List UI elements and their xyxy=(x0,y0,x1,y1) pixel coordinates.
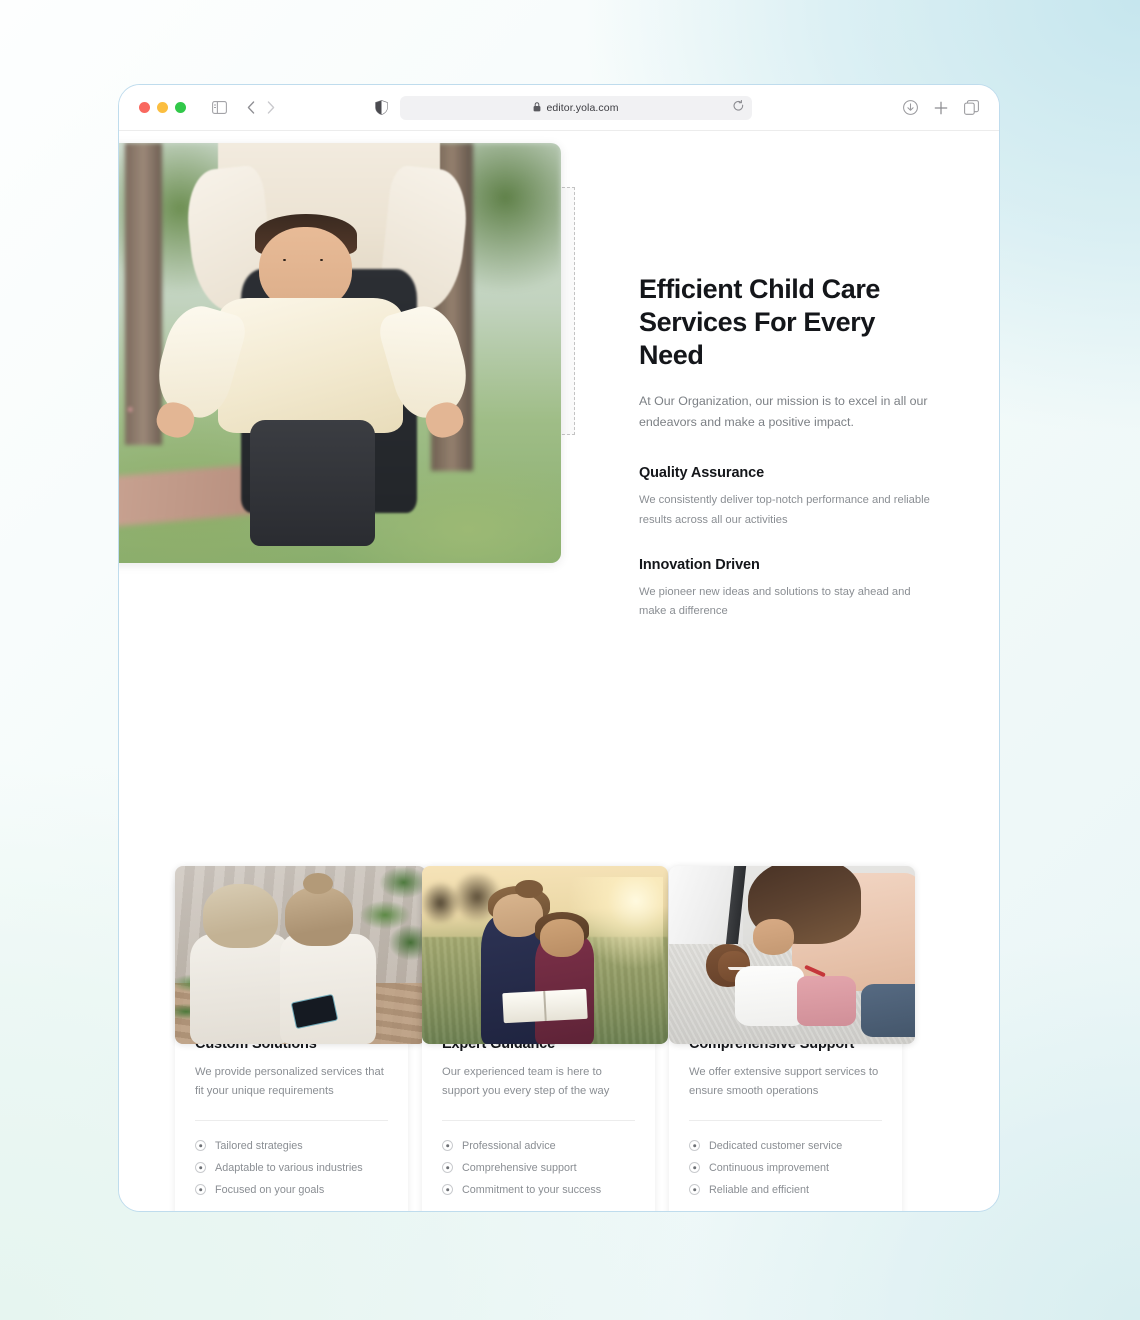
browser-toolbar: editor.yola.com xyxy=(119,85,999,131)
sidebar-toggle-icon[interactable] xyxy=(212,101,227,114)
plus-icon[interactable] xyxy=(934,101,948,115)
list-item-label: Continuous improvement xyxy=(709,1161,830,1174)
forward-chevron-icon[interactable] xyxy=(267,101,275,114)
feature-description: We pioneer new ideas and solutions to st… xyxy=(639,585,911,617)
bullet-dot-icon xyxy=(689,1162,700,1174)
list-item: Focused on your goals xyxy=(195,1179,388,1201)
hero-text-block: Efficient Child Care Services For Every … xyxy=(639,273,939,621)
card-expert-guidance: Expert Guidance Our experienced team is … xyxy=(422,866,668,1211)
hero-title: Efficient Child Care Services For Every … xyxy=(639,274,881,370)
bullet-dot-icon xyxy=(689,1140,700,1152)
cards-section: Custom Solutions We provide personalized… xyxy=(175,866,945,1211)
browser-window: editor.yola.com Efficient Child Care Ser… xyxy=(118,84,1000,1212)
lock-icon xyxy=(533,99,541,117)
feature-description: We consistently deliver top-notch perfor… xyxy=(639,494,930,526)
list-item-label: Dedicated customer service xyxy=(709,1139,843,1152)
list-item-label: Comprehensive support xyxy=(462,1161,577,1174)
hero-image[interactable] xyxy=(119,143,561,563)
hero-section: Efficient Child Care Services For Every … xyxy=(119,131,999,617)
list-item: Commitment to your success xyxy=(442,1179,635,1201)
list-item: Continuous improvement xyxy=(689,1157,882,1179)
list-item: Dedicated customer service xyxy=(689,1135,882,1157)
card-custom-solutions: Custom Solutions We provide personalized… xyxy=(175,866,426,1211)
card-divider xyxy=(442,1119,635,1121)
card-image-illustration xyxy=(669,866,915,1044)
list-item-label: Focused on your goals xyxy=(215,1183,325,1196)
card-comprehensive-support: Comprehensive Support We offer extensive… xyxy=(669,866,915,1211)
maximize-window-button[interactable] xyxy=(175,102,186,113)
card-image-illustration xyxy=(422,866,668,1044)
toolbar-right-actions xyxy=(903,100,979,115)
card-image[interactable] xyxy=(422,866,668,1044)
card-divider xyxy=(689,1119,882,1121)
card-divider xyxy=(195,1119,388,1121)
hero-subtitle: At Our Organization, our mission is to e… xyxy=(639,393,928,430)
bullet-dot-icon xyxy=(442,1140,453,1152)
feature-quality-assurance: Quality Assurance We consistently delive… xyxy=(639,465,939,529)
shield-icon[interactable] xyxy=(375,100,388,115)
bullet-dot-icon xyxy=(689,1184,700,1196)
reload-icon[interactable] xyxy=(733,99,744,117)
card-image-illustration xyxy=(175,866,426,1044)
list-item: Professional advice xyxy=(442,1135,635,1157)
bullet-dot-icon xyxy=(442,1162,453,1174)
list-item-label: Commitment to your success xyxy=(462,1183,602,1196)
bullet-dot-icon xyxy=(195,1162,206,1174)
list-item: Adaptable to various industries xyxy=(195,1157,388,1179)
list-item-label: Tailored strategies xyxy=(215,1139,303,1152)
list-item: Tailored strategies xyxy=(195,1135,388,1157)
card-image[interactable] xyxy=(175,866,426,1044)
feature-innovation-driven: Innovation Driven We pioneer new ideas a… xyxy=(639,557,939,621)
feature-title: Quality Assurance xyxy=(639,465,765,482)
card-description: We offer extensive support services to e… xyxy=(689,1066,879,1097)
hero-image-illustration xyxy=(119,143,561,563)
bullet-dot-icon xyxy=(442,1184,453,1196)
list-item-label: Professional advice xyxy=(462,1139,556,1152)
navigation-arrows[interactable] xyxy=(247,101,275,114)
back-chevron-icon[interactable] xyxy=(247,101,255,114)
card-description: We provide personalized services that fi… xyxy=(195,1066,384,1097)
card-bullet-list: Dedicated customer service Continuous im… xyxy=(689,1135,882,1201)
page-content: Efficient Child Care Services For Every … xyxy=(119,131,999,1211)
feature-title: Innovation Driven xyxy=(639,556,760,573)
address-bar[interactable]: editor.yola.com xyxy=(400,95,752,120)
card-image[interactable] xyxy=(669,866,915,1044)
tab-overview-icon[interactable] xyxy=(964,100,979,115)
list-item: Comprehensive support xyxy=(442,1157,635,1179)
download-icon[interactable] xyxy=(903,100,918,115)
address-bar-url: editor.yola.com xyxy=(546,101,619,114)
bullet-dot-icon xyxy=(195,1140,206,1152)
card-bullet-list: Professional advice Comprehensive suppor… xyxy=(442,1135,635,1201)
bullet-dot-icon xyxy=(195,1184,206,1196)
list-item: Reliable and efficient xyxy=(689,1179,882,1201)
card-description: Our experienced team is here to support … xyxy=(442,1066,610,1097)
window-controls[interactable] xyxy=(139,102,186,113)
list-item-label: Reliable and efficient xyxy=(709,1183,810,1196)
list-item-label: Adaptable to various industries xyxy=(215,1161,363,1174)
minimize-window-button[interactable] xyxy=(157,102,168,113)
close-window-button[interactable] xyxy=(139,102,150,113)
address-bar-content: editor.yola.com xyxy=(533,99,618,117)
card-bullet-list: Tailored strategies Adaptable to various… xyxy=(195,1135,388,1201)
